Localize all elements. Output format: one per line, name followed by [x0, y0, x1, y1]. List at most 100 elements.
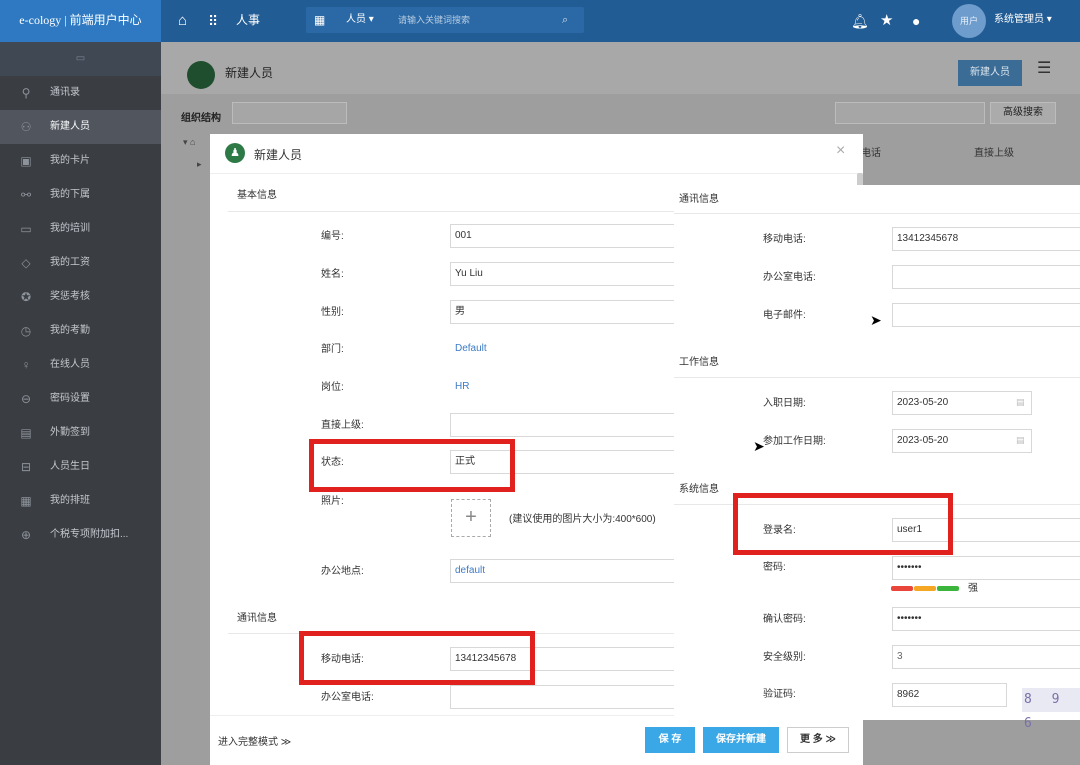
search-scope-select[interactable]: 人员 ▾ [346, 7, 374, 33]
sidebar-item-label: 通讯录 [50, 87, 80, 98]
sidebar-collapse-toggle[interactable]: ▭ [0, 42, 161, 76]
captcha-image[interactable]: 8 9 6 [1022, 688, 1080, 731]
advanced-search-button[interactable]: 高级搜索 [990, 102, 1056, 124]
card-icon: ▣ [20, 154, 32, 168]
chat-icon[interactable]: ● [912, 0, 920, 42]
save-and-new-button[interactable]: 保存并新建 [703, 727, 779, 753]
section-title-system: 系统信息 [679, 484, 719, 495]
doc-icon: ▤ [20, 426, 32, 440]
close-icon[interactable]: × [836, 142, 845, 160]
field-label-entry-date: 入职日期: [763, 398, 806, 409]
field-label-number: 编号: [321, 231, 344, 242]
sidebar-item-label: 密码设置 [50, 393, 90, 404]
search-input[interactable] [398, 11, 558, 29]
cake-icon: ⊟ [20, 460, 32, 474]
sidebar-item-field-checkin[interactable]: ▤ 外勤签到 [0, 416, 161, 450]
work-start-date-field[interactable]: 2023-05-20 ▤ [892, 429, 1032, 453]
mobile-phone-field[interactable]: 13412345678 [892, 227, 1080, 251]
list-menu-icon[interactable]: ☰ [1037, 58, 1051, 78]
highlight-box [309, 439, 515, 492]
password-strength-bar [891, 586, 961, 591]
captcha-field[interactable]: 8962 [892, 683, 1007, 707]
award-icon: ✪ [20, 290, 32, 304]
highlight-box [299, 631, 535, 685]
tree-node-icon[interactable]: ▸ [197, 159, 202, 170]
field-label-work-date: 参加工作日期: [763, 436, 826, 447]
save-button[interactable]: 保 存 [645, 727, 695, 753]
field-label-security-level: 安全级别: [763, 652, 806, 663]
entry-date-field[interactable]: 2023-05-20 ▤ [892, 391, 1032, 415]
dialog-header: ♟ 新建人员 × [210, 134, 863, 174]
app-logo[interactable]: e-cology | 前端用户中心 [0, 0, 161, 42]
section-title-basic: 基本信息 [237, 190, 277, 201]
org-icon: ⚯ [20, 188, 32, 202]
field-label-password: 密码: [763, 562, 786, 573]
calendar-icon[interactable]: ▤ [1016, 397, 1026, 407]
sidebar-item-label: 我的下属 [50, 189, 90, 200]
mouse-cursor-icon: ➤ [753, 438, 765, 454]
monitor-icon: ▭ [20, 222, 32, 236]
sidebar-item-label: 人员生日 [50, 461, 90, 472]
section-title-contact: 通讯信息 [679, 194, 719, 205]
sidebar: ▭ ⚲ 通讯录 ⚇ 新建人员 ▣ 我的卡片 ⚯ 我的下属 ▭ 我的培训 ◇ 我的工资 ✪ 奖惩… [0, 42, 161, 765]
sidebar-item-salary[interactable]: ◇ 我的工资 [0, 246, 161, 280]
search-scope-label: 人员 [346, 14, 366, 25]
lock-icon: ⊖ [20, 392, 32, 406]
sidebar-item-label: 新建人员 [50, 121, 90, 132]
sidebar-item-tax[interactable]: ⊕ 个税专项附加扣... [0, 518, 161, 552]
clock-icon: ◷ [20, 324, 32, 338]
avatar[interactable]: 用户 [952, 4, 986, 38]
sidebar-item-new-person[interactable]: ⚇ 新建人员 [0, 110, 161, 144]
sidebar-item-contacts[interactable]: ⚲ 通讯录 [0, 76, 161, 110]
calendar-icon[interactable]: ▤ [1016, 435, 1026, 445]
sidebar-item-schedule[interactable]: ▦ 我的排班 [0, 484, 161, 518]
password-field[interactable]: ••••••• [892, 556, 1080, 580]
search-type-icon[interactable]: ▦ [314, 7, 325, 33]
column-header-superior: 直接上级 [974, 148, 1014, 159]
sidebar-item-attendance[interactable]: ◷ 我的考勤 [0, 314, 161, 348]
new-person-button[interactable]: 新建人员 [958, 60, 1022, 86]
sidebar-item-label: 我的排班 [50, 495, 90, 506]
page-header: 新建人员 新建人员 ☰ [161, 42, 1080, 94]
sidebar-item-subordinates[interactable]: ⚯ 我的下属 [0, 178, 161, 212]
bell-icon[interactable]: 🔔︎ [851, 0, 869, 42]
user-icon: ⚇ [20, 120, 32, 134]
sidebar-item-password[interactable]: ⊖ 密码设置 [0, 382, 161, 416]
field-label-office-phone: 办公室电话: [763, 272, 816, 283]
field-label-position: 岗位: [321, 382, 344, 393]
sidebar-item-online[interactable]: ♀ 在线人员 [0, 348, 161, 382]
user-name[interactable]: 系统管理员 ▾ [994, 0, 1052, 40]
password-strength-label: 强 [968, 583, 978, 594]
home-icon[interactable]: ⌂ [178, 0, 187, 42]
section-divider [674, 213, 1080, 214]
field-label-office-phone: 办公室电话: [321, 692, 374, 703]
sidebar-item-birthday[interactable]: ⊟ 人员生日 [0, 450, 161, 484]
more-button[interactable]: 更 多 ≫ [787, 727, 849, 753]
star-icon[interactable]: ★ [880, 0, 893, 42]
overlay-panel: 通讯信息 移动电话: 13412345678 办公室电话: 电子邮件: 工作信息… [674, 185, 1080, 731]
office-phone-field[interactable] [892, 265, 1080, 289]
search-icon[interactable]: ⌕ [562, 7, 568, 33]
sidebar-item-training[interactable]: ▭ 我的培训 [0, 212, 161, 246]
list-search-input[interactable] [835, 102, 985, 124]
org-search-input[interactable] [232, 102, 347, 124]
sidebar-item-assessment[interactable]: ✪ 奖惩考核 [0, 280, 161, 314]
email-field[interactable] [892, 303, 1080, 327]
sidebar-item-label: 我的卡片 [50, 155, 90, 166]
full-mode-link[interactable]: 进入完整模式 ≫ [218, 733, 291, 748]
more-label: 更 多 [799, 734, 823, 745]
module-name[interactable]: 人事 [236, 0, 260, 40]
apps-grid-icon[interactable]: ⠿ [208, 0, 218, 42]
tree-expand-icon[interactable]: ▾ ⌂ [183, 137, 195, 148]
sidebar-item-my-card[interactable]: ▣ 我的卡片 [0, 144, 161, 178]
person-icon: ♟ [225, 143, 245, 163]
security-level-field[interactable]: 3 [892, 645, 1080, 669]
confirm-password-field[interactable]: ••••••• [892, 607, 1080, 631]
photo-upload-button[interactable]: + [451, 499, 491, 537]
work-date-value: 2023-05-20 [897, 435, 949, 446]
highlight-box [733, 493, 953, 555]
sidebar-item-label: 奖惩考核 [50, 291, 90, 302]
sidebar-item-label: 在线人员 [50, 359, 90, 370]
org-structure-label: 组织结构 [181, 113, 221, 124]
sidebar-item-label: 外勤签到 [50, 427, 90, 438]
